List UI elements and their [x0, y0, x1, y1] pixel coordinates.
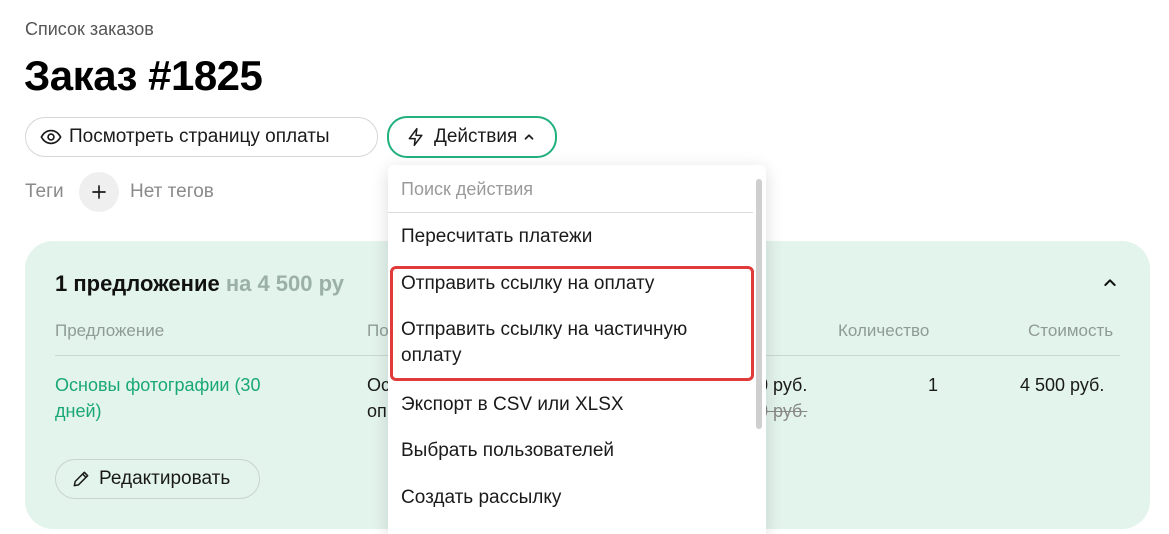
offer-po-cell: Ос оп [367, 372, 390, 424]
dropdown-divider [388, 212, 753, 213]
menu-item-export-csv-xlsx[interactable]: Экспорт в CSV или XLSX [401, 392, 741, 418]
edit-button[interactable]: Редактировать [55, 459, 260, 499]
offer-link[interactable]: Основы фотографии (30 дней) [55, 372, 355, 424]
menu-item-send-payment-link[interactable]: Отправить ссылку на оплату [401, 271, 741, 297]
chevron-up-icon [1102, 275, 1118, 291]
offer-po-line1: Ос [367, 375, 391, 395]
actions-dropdown: Пересчитать платежи Отправить ссылку на … [388, 165, 766, 534]
menu-item-recalculate-payments[interactable]: Пересчитать платежи [401, 224, 741, 250]
tags-label: Теги [25, 181, 64, 202]
column-header-quantity: Количество [838, 321, 930, 340]
lightning-icon [405, 126, 427, 148]
offer-name-line1: Основы фотографии (30 [55, 375, 261, 395]
action-search-input[interactable] [388, 165, 753, 213]
offer-po-line2: оп [367, 401, 387, 421]
menu-item-label-line2: оплату [401, 345, 462, 366]
plus-icon [90, 183, 108, 201]
view-payment-page-label: Посмотреть страницу оплаты [69, 126, 330, 147]
column-header-offer: Предложение [55, 321, 165, 340]
menu-item-create-mailing[interactable]: Создать рассылку [401, 485, 741, 511]
tags-empty-text: Нет тегов [130, 181, 214, 202]
collapse-card-button[interactable] [1100, 273, 1120, 293]
actions-label: Действия [434, 126, 518, 147]
breadcrumb[interactable]: Список заказов [25, 19, 154, 40]
menu-item-send-partial-payment-link[interactable]: Отправить ссылку на частичную оплату [401, 317, 741, 369]
chevron-up-icon [522, 130, 536, 144]
page-title: Заказ #1825 [24, 52, 263, 99]
menu-item-select-users[interactable]: Выбрать пользователей [401, 438, 741, 464]
eye-icon [40, 126, 62, 148]
menu-item-label-line1: Отправить ссылку на частичную [401, 319, 688, 340]
offers-total: на 4 500 ру [225, 271, 345, 296]
pencil-icon [70, 468, 92, 490]
offer-name-line2: дней) [55, 401, 102, 421]
offers-card-title: 1 предложение на 4 500 ру [55, 271, 344, 297]
column-header-cost: Стоимость [1028, 321, 1114, 340]
add-tag-button[interactable] [79, 172, 119, 212]
view-payment-page-button[interactable]: Посмотреть страницу оплаты [25, 117, 378, 157]
dropdown-scrollbar[interactable] [756, 179, 762, 429]
column-header-po: По [367, 321, 389, 340]
offers-count: 1 предложение [55, 271, 220, 296]
edit-button-label: Редактировать [99, 468, 231, 489]
cost-value: 4 500 руб. [1020, 375, 1105, 395]
actions-button[interactable]: Действия [387, 116, 557, 158]
quantity-value: 1 [928, 375, 939, 395]
